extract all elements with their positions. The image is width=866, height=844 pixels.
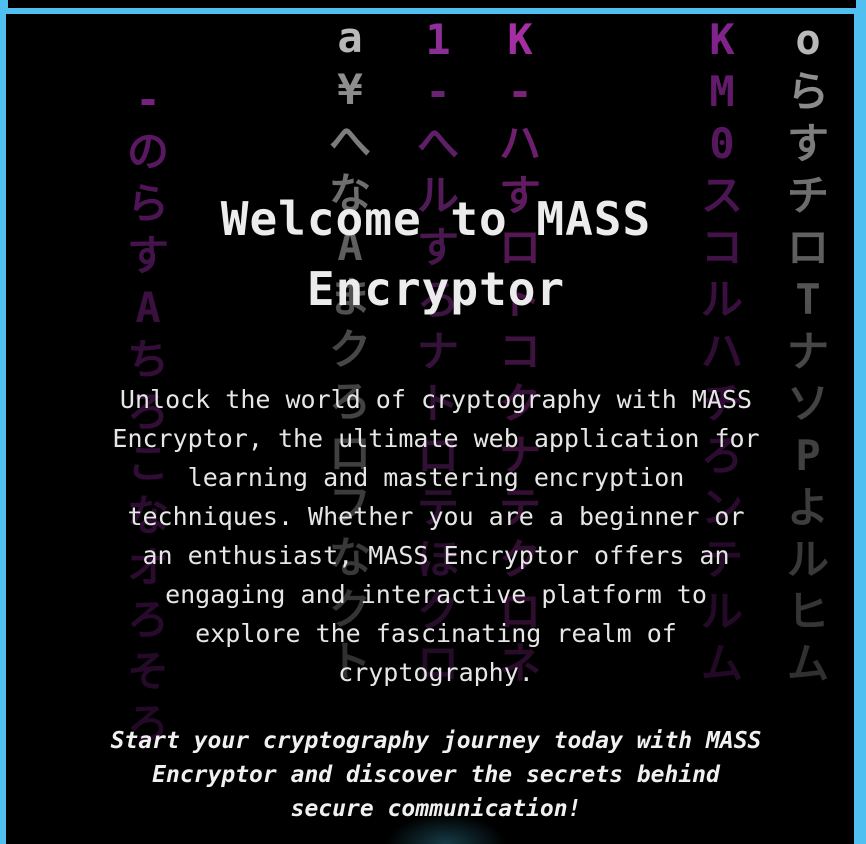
intro-paragraph: Unlock the world of cryptography with MA… [112,385,760,687]
hero-section: -のらすAちろこなオろそろa¥へなAまクろロフなクト1-へルすろナトロテほクロK… [6,14,854,844]
hero-content: Welcome to MASS Encryptor Unlock the wor… [106,184,766,826]
page-title: Welcome to MASS Encryptor [106,184,766,324]
top-border [0,0,866,14]
top-strip [8,0,856,8]
title-line-1: Welcome to MASS [220,192,652,246]
cta-paragraph: Start your cryptography journey today wi… [110,728,762,822]
title-line-2: Encryptor [306,262,566,316]
